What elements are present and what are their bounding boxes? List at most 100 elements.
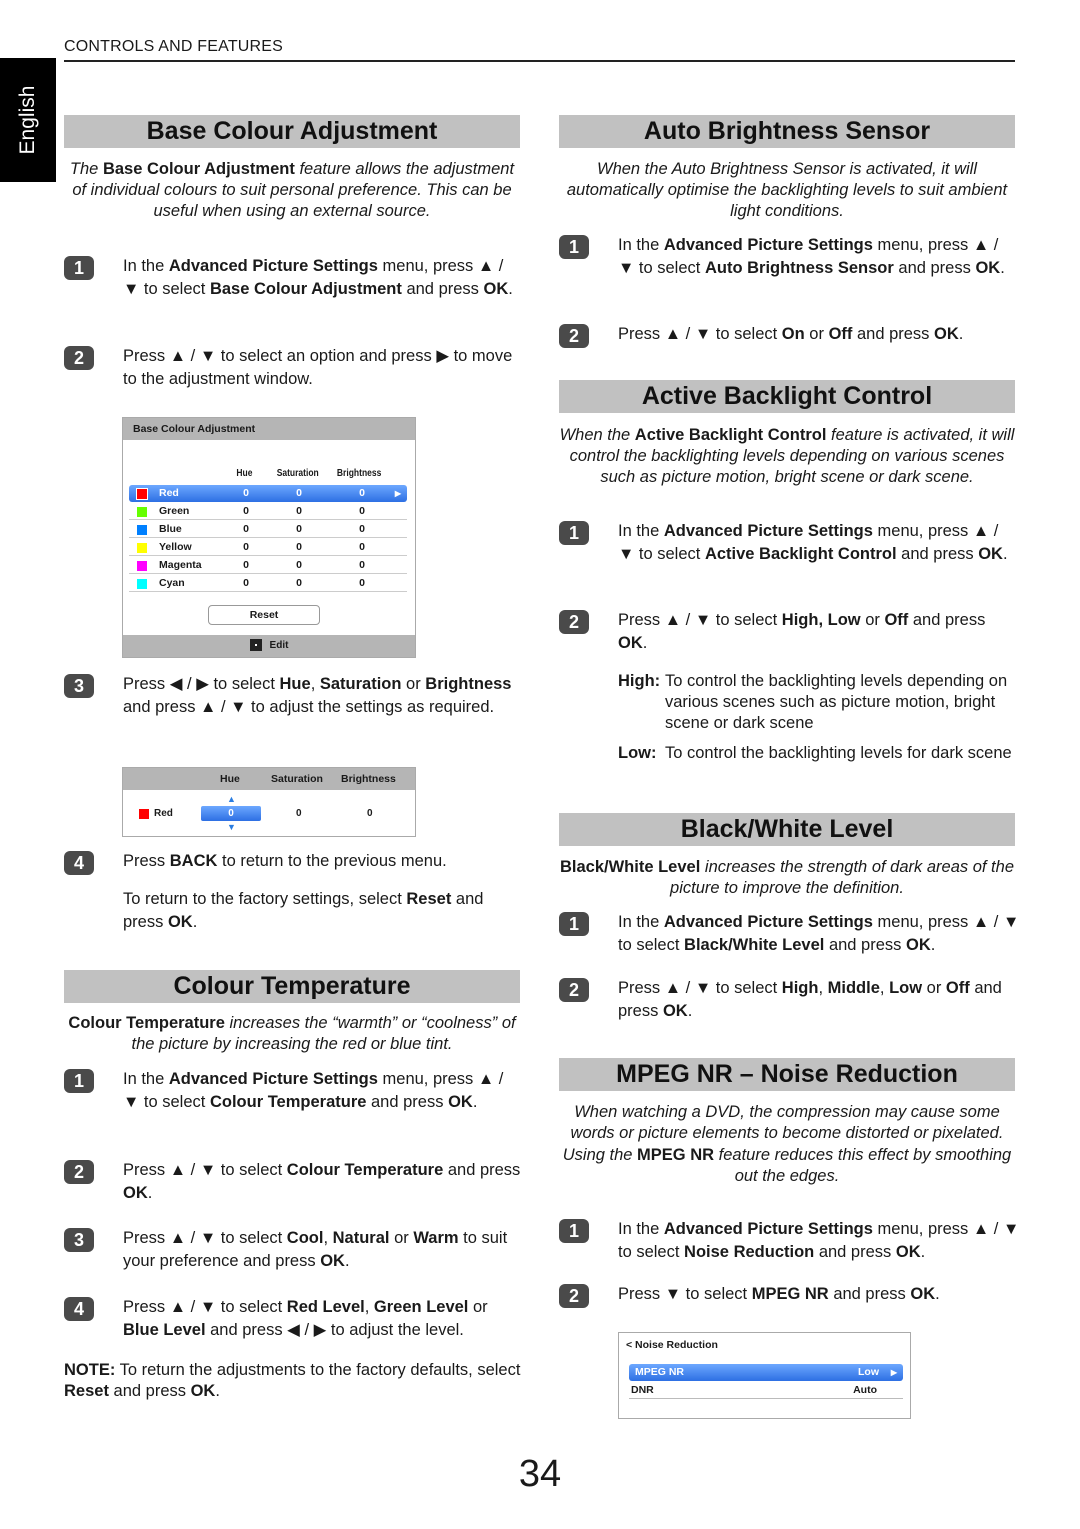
step-number-badge: 1: [559, 521, 589, 545]
section-title-base-colour: Base Colour Adjustment: [64, 115, 520, 148]
section-title-colour-temperature: Colour Temperature: [64, 970, 520, 1003]
step-number-badge: 1: [559, 235, 589, 259]
nr-option-value: Low: [858, 1366, 879, 1378]
saturation-value: 0: [296, 487, 302, 499]
colour-row-blue[interactable]: Blue 0 0 0: [129, 521, 407, 538]
step-text: In the Advanced Picture Settings menu, p…: [123, 257, 513, 298]
saturation-value: 0: [296, 577, 302, 589]
step-text: Press ▲ / ▼ to select Colour Temperature…: [123, 1161, 521, 1202]
step-text: Press ▼ to select MPEG NR and press OK.: [618, 1285, 940, 1303]
section-title-auto-brightness: Auto Brightness Sensor: [559, 115, 1015, 148]
base-colour-intro: The Base Colour Adjustment feature allow…: [69, 160, 515, 220]
colour-row-red[interactable]: Red 0 0 0 ▶: [129, 485, 407, 502]
hue-value: 0: [243, 523, 249, 535]
osd-column-headers: Hue Saturation Brightness: [123, 468, 415, 482]
definition-low: Low: To control the backlighting levels …: [618, 744, 1012, 762]
step-number-badge: 3: [64, 674, 94, 698]
brightness-value: 0: [359, 523, 365, 535]
mpeg-nr-intro: When watching a DVD, the compression may…: [562, 1103, 1012, 1185]
right-arrow-icon: ▶: [394, 489, 401, 498]
nr-option-name: DNR: [631, 1384, 654, 1396]
colour-name: Blue: [159, 523, 182, 535]
osd-back-title[interactable]: < Noise Reduction: [626, 1339, 718, 1351]
section-title-active-backlight: Active Backlight Control: [559, 380, 1015, 413]
step-text: Press ▲ / ▼ to select an option and pres…: [123, 347, 513, 388]
hue-value: 0: [243, 487, 249, 499]
bw-level-intro: Black/White Level increases the strength…: [560, 858, 1014, 897]
hue-value: 0: [243, 541, 249, 553]
step-number-badge: 1: [559, 1219, 589, 1243]
col-saturation: Saturation: [276, 468, 319, 479]
col-brightness: Brightness: [341, 773, 396, 785]
step-text: In the Advanced Picture Settings menu, p…: [618, 236, 1005, 277]
note-text: NOTE: To return the adjustments to the f…: [64, 1361, 521, 1400]
step-text: Press ◀ / ▶ to select Hue, Saturation or…: [123, 675, 512, 716]
noise-reduction-osd-screen: < Noise Reduction MPEG NR Low ▶ DNR Auto: [618, 1332, 911, 1419]
adjust-osd-screen: Hue Saturation Brightness Red ▲ 0 ▼ 0 0: [122, 767, 416, 837]
step-number-badge: 1: [64, 1069, 94, 1093]
section-label: CONTROLS AND FEATURES: [64, 38, 284, 55]
hue-value: 0: [243, 559, 249, 571]
language-tab: English: [0, 58, 56, 182]
step-text: Press ▲ / ▼ to select Cool, Natural or W…: [123, 1229, 508, 1270]
step-number-badge: 2: [559, 610, 589, 634]
page-header: CONTROLS AND FEATURES: [64, 38, 1015, 62]
page-number: 34: [518, 1453, 562, 1495]
colour-name: Green: [159, 505, 190, 517]
right-arrow-icon: ▶: [890, 1368, 897, 1377]
step-text: Press ▲ / ▼ to select On or Off and pres…: [618, 325, 964, 343]
nr-row-dnr[interactable]: DNR Auto: [629, 1382, 903, 1399]
nr-option-name: MPEG NR: [635, 1366, 685, 1378]
col-saturation: Saturation: [271, 773, 323, 785]
step-text: In the Advanced Picture Settings menu, p…: [123, 1070, 504, 1111]
hue-value: 0: [243, 577, 249, 589]
colour-row-magenta[interactable]: Magenta 0 0 0: [129, 557, 407, 574]
hue-value-field[interactable]: 0: [201, 806, 261, 821]
colour-temperature-intro: Colour Temperature increases the “warmth…: [68, 1014, 516, 1053]
step-number-badge: 2: [64, 346, 94, 370]
active-backlight-intro: When the Active Backlight Control featur…: [559, 426, 1015, 486]
step-text: Press ▲ / ▼ to select Red Level, Green L…: [123, 1298, 488, 1339]
col-hue: Hue: [236, 468, 253, 479]
row-label: Red: [154, 808, 173, 819]
brightness-value: 0: [359, 505, 365, 517]
saturation-value: 0: [296, 505, 302, 517]
colour-row-green[interactable]: Green 0 0 0: [129, 503, 407, 520]
edit-label: Edit: [269, 640, 289, 651]
section-title-bw-level: Black/White Level: [559, 813, 1015, 846]
col-hue: Hue: [220, 773, 240, 785]
brightness-value: 0: [359, 559, 365, 571]
edit-icon: [249, 639, 262, 652]
step-text: Press BACK to return to the previous men…: [123, 852, 447, 870]
step-text: In the Advanced Picture Settings menu, p…: [618, 1220, 1020, 1261]
colour-swatch: [137, 543, 147, 553]
section-title-mpeg-nr: MPEG NR – Noise Reduction: [559, 1058, 1015, 1091]
colour-row-cyan[interactable]: Cyan 0 0 0: [129, 575, 407, 592]
step-text: In the Advanced Picture Settings menu, p…: [618, 522, 1008, 563]
colour-name: Yellow: [159, 541, 192, 553]
reset-button[interactable]: Reset: [208, 605, 320, 625]
adjust-column-headers: Hue Saturation Brightness: [123, 768, 415, 790]
col-brightness: Brightness: [336, 468, 382, 479]
colour-swatch: [136, 488, 148, 500]
colour-swatch: [137, 561, 147, 571]
increase-arrow-icon[interactable]: ▲: [227, 794, 236, 804]
osd-title: Base Colour Adjustment: [123, 418, 415, 440]
red-swatch: [139, 809, 149, 819]
step-text: Press ▲ / ▼ to select High, Middle, Low …: [618, 979, 1002, 1020]
auto-brightness-intro: When the Auto Brightness Sensor is activ…: [566, 160, 1008, 220]
step-number-badge: 4: [64, 851, 94, 875]
colour-swatch: [137, 507, 147, 517]
nr-row-mpeg-nr[interactable]: MPEG NR Low ▶: [629, 1364, 903, 1381]
colour-name: Red: [159, 487, 179, 499]
saturation-value: 0: [296, 541, 302, 553]
brightness-value: 0: [359, 541, 365, 553]
decrease-arrow-icon[interactable]: ▼: [227, 822, 236, 832]
colour-name: Magenta: [159, 559, 202, 571]
base-colour-osd-screen: Base Colour Adjustment Hue Saturation Br…: [122, 417, 416, 658]
colour-row-yellow[interactable]: Yellow 0 0 0: [129, 539, 407, 556]
step-number-badge: 2: [64, 1160, 94, 1184]
brightness-value: 0: [367, 808, 373, 819]
step-text: Press ▲ / ▼ to select High, Low or Off a…: [618, 611, 986, 652]
step-number-badge: 2: [559, 978, 589, 1002]
